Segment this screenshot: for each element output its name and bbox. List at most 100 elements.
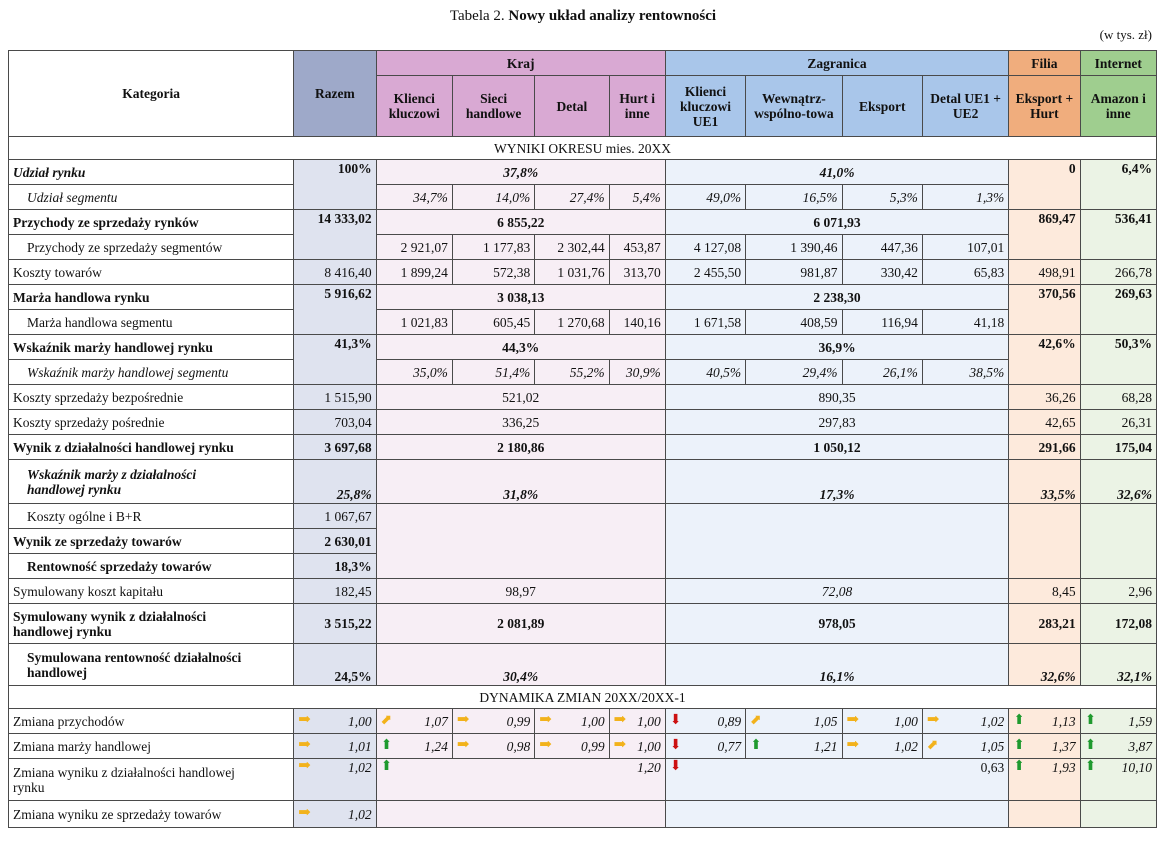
cell-value: 1,01 bbox=[347, 738, 372, 754]
cell-value: 0,77 bbox=[717, 738, 742, 754]
cell-value: 10,10 bbox=[1121, 760, 1152, 775]
cell-k2: ➡ 0,99 bbox=[451, 708, 536, 734]
cell-internet: 26,31 bbox=[1079, 409, 1158, 435]
cell-value: 1,02 bbox=[347, 806, 372, 822]
cell-kraj: 6 855,22 bbox=[375, 209, 666, 235]
arrow-right-icon: ➡ bbox=[456, 711, 470, 728]
cell-z2: 1 390,46 bbox=[745, 234, 843, 260]
cell-value: 1,20 bbox=[637, 760, 661, 775]
cell-value: 1,93 bbox=[1051, 760, 1076, 775]
row-label: Symulowany koszt kapitału bbox=[7, 578, 295, 604]
cell-zag: 2 238,30 bbox=[664, 284, 1010, 310]
cell-filia: ⬆ 1,93 bbox=[1008, 758, 1081, 801]
arrow-right-icon: ➡ bbox=[846, 736, 860, 753]
cell-razem: 3 515,22 bbox=[293, 603, 377, 644]
arrow-diagonal-icon: ⬈ bbox=[926, 737, 939, 753]
header-z2: Wewnątrz-wspólno-towa bbox=[745, 75, 843, 137]
cell-k3: 27,4% bbox=[534, 184, 610, 210]
cell-internet: 175,04 bbox=[1079, 434, 1158, 460]
cell-zag: 1 050,12 bbox=[664, 434, 1010, 460]
cell-k2: 14,0% bbox=[451, 184, 536, 210]
cell-kraj-empty bbox=[375, 800, 666, 828]
cell-z2: 408,59 bbox=[745, 309, 843, 335]
row-label: Koszty sprzedaży bezpośrednie bbox=[7, 384, 295, 410]
cell-filia: ⬆ 1,37 bbox=[1008, 733, 1081, 759]
cell-k1: 34,7% bbox=[375, 184, 453, 210]
row-label-line1: Symulowany wynik z działalności bbox=[13, 608, 207, 624]
cell-value: 1,05 bbox=[980, 738, 1005, 754]
cell-internet: ⬆ 1,59 bbox=[1079, 708, 1158, 734]
cell-k2: ➡ 0,98 bbox=[451, 733, 536, 759]
cell-z2: 16,5% bbox=[745, 184, 843, 210]
section-wyniki: WYNIKI OKRESU mies. 20XX bbox=[8, 136, 1157, 160]
row-label: Marża handlowa rynku bbox=[7, 284, 295, 310]
cell-k1: 2 921,07 bbox=[375, 234, 453, 260]
cell-value: 0,99 bbox=[580, 738, 605, 754]
cell-filia: 33,5% bbox=[1008, 459, 1081, 504]
cell-value: 1,00 bbox=[894, 713, 918, 729]
cell-z3: 447,36 bbox=[841, 234, 923, 260]
cell-z3: 330,42 bbox=[841, 259, 923, 285]
cell-value: 3,87 bbox=[1128, 738, 1152, 754]
header-f1: Eksport + Hurt bbox=[1008, 75, 1081, 137]
cell-z4: 107,01 bbox=[921, 234, 1010, 260]
arrow-right-icon: ➡ bbox=[298, 711, 311, 728]
row-label: Zmiana przychodów bbox=[7, 708, 295, 734]
cell-z3: ➡ 1,00 bbox=[841, 708, 923, 734]
cell-z4: 41,18 bbox=[921, 309, 1010, 335]
cell-filia: 370,56 bbox=[1008, 284, 1081, 335]
header-kraj: Kraj bbox=[375, 50, 666, 76]
row-label: Wskaźnik marży z działalności handlowej r… bbox=[7, 459, 295, 504]
cell-kraj: 44,3% bbox=[375, 334, 666, 360]
unit-label: (w tys. zł) bbox=[1099, 27, 1152, 42]
cell-value: 0,99 bbox=[506, 713, 531, 729]
row-label-line1: Wskaźnik marży z działalności bbox=[27, 466, 197, 482]
cell-value: 1,21 bbox=[813, 738, 838, 754]
cell-razem: 3 697,68 bbox=[293, 434, 377, 460]
arrow-right-icon: ➡ bbox=[298, 736, 311, 753]
cell-k2: 572,38 bbox=[451, 259, 536, 285]
row-label-line2: handlowej rynku bbox=[27, 481, 122, 497]
arrow-right-icon: ➡ bbox=[613, 711, 627, 728]
row-label-line1: Zmiana wyniku z działalności handlowej bbox=[13, 764, 235, 780]
cell-z4: 65,83 bbox=[921, 259, 1010, 285]
page: Tabela 2. Nowy układ analizy rentowności… bbox=[0, 0, 1166, 850]
cell-internet: ⬆ 10,10 bbox=[1079, 758, 1158, 801]
header-zagranica: Zagranica bbox=[664, 50, 1010, 76]
cell-internet: 68,28 bbox=[1079, 384, 1158, 410]
cell-zag-empty bbox=[664, 800, 1010, 828]
row-label-line2: rynku bbox=[13, 779, 45, 795]
cell-filia: 0 bbox=[1008, 159, 1081, 210]
cell-filia: 8,45 bbox=[1008, 578, 1081, 604]
cell-value: 1,00 bbox=[637, 738, 661, 754]
cell-value: 1,37 bbox=[1051, 738, 1076, 754]
cell-filia: 32,6% bbox=[1008, 643, 1081, 686]
row-label: Koszty towarów bbox=[7, 259, 295, 285]
cell-filia: 42,6% bbox=[1008, 334, 1081, 385]
cell-razem: 2 630,01 bbox=[293, 528, 377, 554]
arrow-up-icon: ⬆ bbox=[1084, 737, 1097, 753]
arrow-diagonal-icon: ⬈ bbox=[380, 712, 393, 728]
cell-zag: 36,9% bbox=[664, 334, 1010, 360]
cell-kraj: 336,25 bbox=[375, 409, 666, 435]
header-razem: Razem bbox=[293, 50, 377, 137]
cell-z3: 116,94 bbox=[841, 309, 923, 335]
cell-internet: 269,63 bbox=[1079, 284, 1158, 335]
cell-razem: ➡ 1,00 bbox=[293, 708, 377, 734]
cell-z1: 1 671,58 bbox=[664, 309, 747, 335]
cell-value: 1,00 bbox=[347, 713, 372, 729]
row-label: Symulowana rentowność działalności handlo… bbox=[7, 643, 295, 686]
header-i1: Amazon i inne bbox=[1079, 75, 1158, 137]
cell-z3: 26,1% bbox=[841, 359, 923, 385]
cell-value: 1,02 bbox=[980, 713, 1005, 729]
arrow-right-icon: ➡ bbox=[456, 736, 470, 753]
row-label-line2: handlowej rynku bbox=[13, 623, 112, 639]
arrow-right-icon: ➡ bbox=[926, 711, 940, 728]
arrow-down-icon: ⬇ bbox=[669, 737, 682, 753]
cell-filia: 291,66 bbox=[1008, 434, 1081, 460]
cell-kraj: ⬆ 1,20 bbox=[375, 758, 666, 801]
cell-filia-empty bbox=[1008, 503, 1081, 579]
cell-razem: 5 916,62 bbox=[293, 284, 377, 335]
cell-internet: 32,6% bbox=[1079, 459, 1158, 504]
cell-zag: ⬇ 0,63 bbox=[664, 758, 1010, 801]
